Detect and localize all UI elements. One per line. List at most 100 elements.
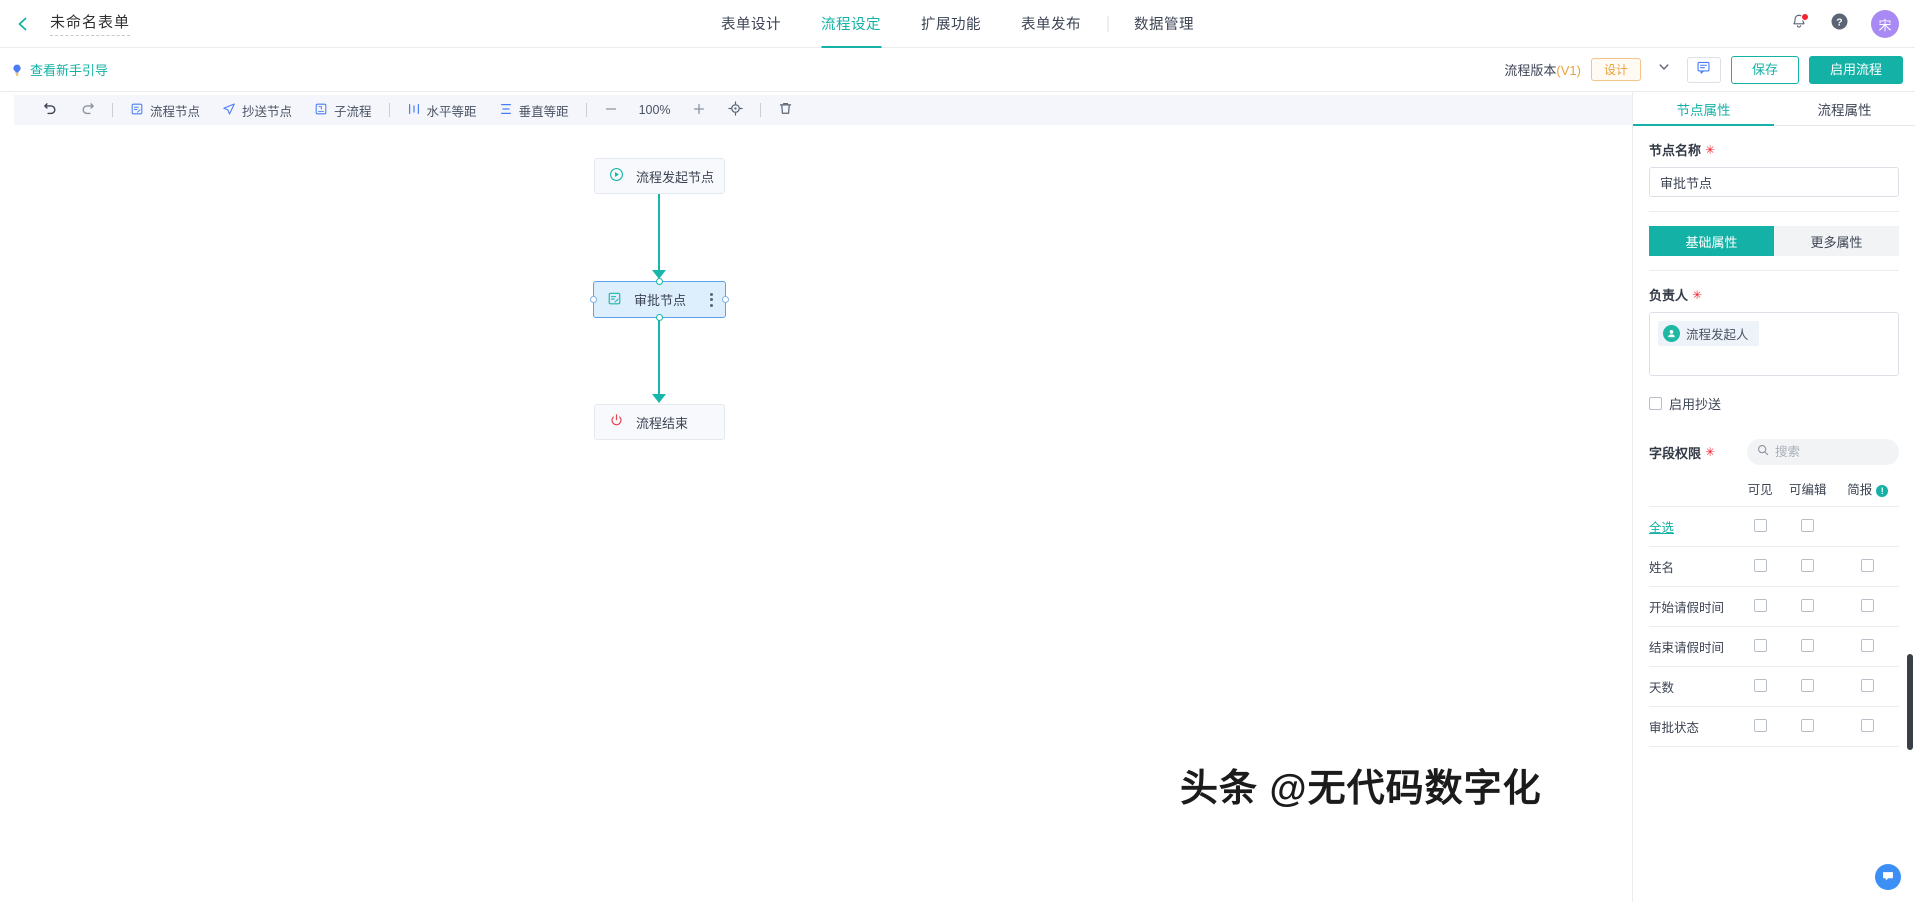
tab-flow-setting[interactable]: 流程设定 [801,0,901,48]
delete-button[interactable] [767,95,804,125]
add-sub-flow-button[interactable]: 子流程 [303,95,383,125]
node-handle-bottom[interactable] [655,314,663,321]
tab-form-design[interactable]: 表单设计 [701,0,801,48]
vertical-distribute-button[interactable]: 垂直等距 [488,95,580,125]
avatar[interactable]: 宋 [1871,10,1899,38]
checkbox-brief[interactable] [1861,678,1875,692]
header-actions: ? 宋 [1790,0,1899,48]
table-row: 天数 [1649,666,1899,707]
version-label: 流程版本(V1) [1504,60,1581,79]
horizontal-distribute-icon [407,102,421,119]
checkbox-brief[interactable] [1861,598,1875,612]
tab-flow-properties[interactable]: 流程属性 [1774,92,1915,125]
checkbox-editable[interactable] [1801,718,1815,732]
checkbox-editable[interactable] [1801,558,1815,572]
undo-button[interactable] [32,95,69,125]
flow-note-button[interactable] [1686,56,1721,83]
flow-node-start[interactable]: 流程发起节点 [594,158,725,194]
feedback-button[interactable] [1875,864,1901,890]
node-handle-right[interactable] [722,295,729,303]
checkbox-editable[interactable] [1801,638,1815,652]
zoom-level: 100% [638,103,671,117]
enable-cc-checkbox-row[interactable]: 启用抄送 [1649,394,1899,413]
horizontal-distribute-button[interactable]: 水平等距 [396,95,488,125]
checkbox-visible[interactable] [1753,678,1767,692]
checkbox-brief[interactable] [1861,638,1875,652]
tab-form-publish[interactable]: 表单发布 [1001,0,1101,48]
select-all-link[interactable]: 全选 [1649,521,1674,535]
enable-flow-button[interactable]: 启用流程 [1808,55,1903,84]
flow-canvas-area[interactable]: 流程节点 抄送节点 子流程 水平等距 垂直等距 100% 流程发起节点 审批节点… [0,92,1632,902]
checkbox-editable[interactable] [1801,678,1815,692]
cell-brief [1836,666,1899,707]
checkbox-visible[interactable] [1753,558,1767,572]
flow-node-end-label: 流程结束 [636,415,689,431]
form-title[interactable]: 未命名表单 [50,11,131,36]
node-handle-top[interactable] [655,278,663,285]
horizontal-distribute-label: 水平等距 [426,104,477,119]
checkbox-select-all-editable[interactable] [1801,518,1815,532]
segment-more-properties[interactable]: 更多属性 [1774,226,1899,256]
enable-cc-checkbox[interactable] [1649,397,1662,410]
table-row: 开始请假时间 [1649,586,1899,627]
owner-selector[interactable]: 流程发起人 [1649,312,1899,376]
column-editable: 可编辑 [1779,473,1837,507]
field-permission-header: 字段权限 ✳ [1649,439,1899,465]
node-name-label-text: 节点名称 [1649,143,1702,158]
cell-brief [1836,586,1899,627]
checkbox-editable[interactable] [1801,598,1815,612]
beginner-guide-link[interactable]: 查看新手引导 [10,60,108,79]
cell-visible [1741,546,1780,587]
checkbox-brief[interactable] [1861,718,1875,732]
table-row: 姓名 [1649,546,1899,587]
required-asterisk-perm: ✳ [1705,445,1716,459]
add-flow-node-button[interactable]: 流程节点 [119,95,211,125]
owner-chip-label: 流程发起人 [1686,328,1749,342]
field-search-input[interactable] [1775,445,1889,459]
field-search-box[interactable] [1747,439,1899,465]
notifications-button[interactable] [1790,12,1809,36]
tab-extensions[interactable]: 扩展功能 [901,0,1001,48]
undo-icon [43,101,58,119]
panel-scrollbar[interactable] [1907,654,1913,750]
checkbox-select-all-visible[interactable] [1753,518,1767,532]
flow-node-approval[interactable]: 审批节点 [590,278,729,321]
toolbar-divider-3 [585,103,587,117]
node-more-menu-button[interactable] [710,292,713,307]
status-badge[interactable]: 设计 [1590,58,1641,81]
power-icon [609,413,624,431]
target-icon [727,101,743,119]
version-dropdown-button[interactable] [1651,58,1677,81]
subheader-actions: 流程版本(V1) 设计 保存 启用流程 [1504,55,1903,84]
field-permission-label-text: 字段权限 [1649,445,1702,461]
tab-node-properties[interactable]: 节点属性 [1633,92,1774,126]
checkbox-visible[interactable] [1753,638,1767,652]
segment-basic-properties[interactable]: 基础属性 [1649,226,1774,256]
zoom-out-button[interactable] [593,95,629,125]
panel-body: 节点名称 ✳ 基础属性 更多属性 负责人 ✳ 流程发起人 [1633,126,1915,747]
cell-visible [1741,586,1780,627]
checkbox-visible[interactable] [1753,718,1767,732]
node-name-input[interactable] [1649,167,1899,197]
checkbox-visible[interactable] [1753,598,1767,612]
back-button[interactable] [0,0,46,48]
redo-button[interactable] [69,95,106,125]
fit-view-button[interactable] [717,95,754,125]
checkbox-brief[interactable] [1861,558,1875,572]
edge-start-to-approval [658,194,660,272]
watermark: 头条 @无代码数字化 [1180,768,1542,810]
help-button[interactable]: ? [1830,12,1849,36]
node-handle-left[interactable] [590,295,597,303]
add-cc-node-button[interactable]: 抄送节点 [211,95,303,125]
table-body: 全选 姓名 开始请假时间 结束请假时间 天数 审批状态 [1649,506,1899,747]
table-row: 结束请假时间 [1649,626,1899,667]
info-icon[interactable]: ! [1876,484,1889,497]
zoom-in-button[interactable] [681,95,717,125]
owner-label-text: 负责人 [1649,288,1689,303]
flow-node-end[interactable]: 流程结束 [594,404,725,440]
panel-divider-2 [1649,270,1899,271]
owner-chip[interactable]: 流程发起人 [1658,321,1759,346]
tab-data-management[interactable]: 数据管理 [1114,0,1214,48]
main-nav-tabs: 表单设计 流程设定 扩展功能 表单发布 数据管理 [701,0,1214,48]
save-button[interactable]: 保存 [1730,55,1799,84]
